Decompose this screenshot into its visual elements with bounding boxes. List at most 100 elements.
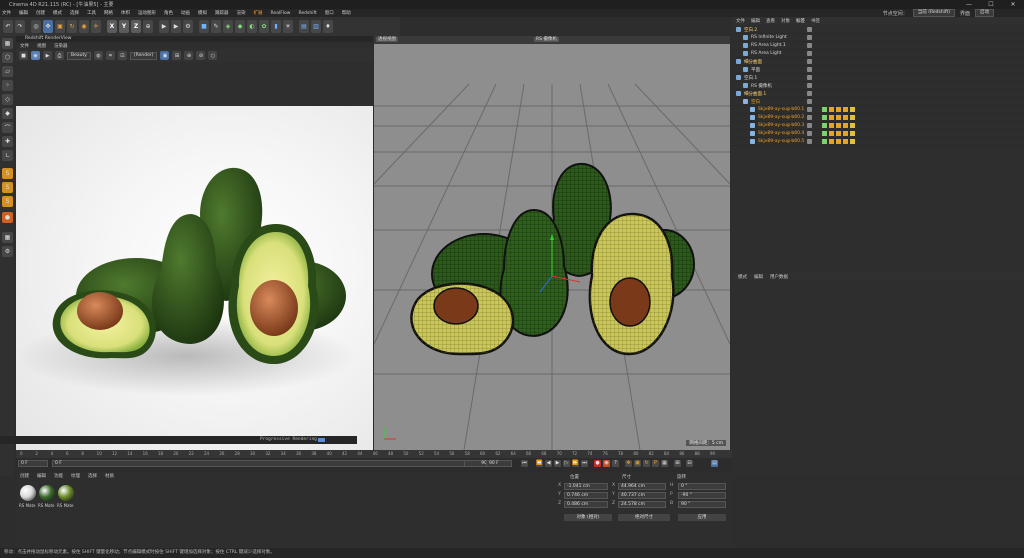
viewport-view-tag[interactable]: 透视视图 xyxy=(376,37,398,42)
key-position-icon[interactable]: ✥ xyxy=(625,460,632,467)
menu-item[interactable]: 网格 xyxy=(104,10,113,16)
redshift-s3-icon[interactable]: S xyxy=(2,196,13,207)
material-label[interactable]: RS Mate xyxy=(19,503,36,508)
render-view-icon[interactable]: ▶ xyxy=(159,20,169,33)
visibility-toggle[interactable] xyxy=(807,27,812,32)
interpolation-icon[interactable]: ⊞ xyxy=(674,460,681,467)
menu-item[interactable]: 角色 xyxy=(164,10,173,16)
redshift-s1-icon[interactable]: S xyxy=(2,168,13,179)
workplane-icon[interactable]: ▱ xyxy=(2,66,13,77)
axis-y-button[interactable]: Y xyxy=(119,20,129,33)
max-frame-field[interactable]: 90 F xyxy=(486,460,512,467)
rotate-tool-icon[interactable]: ↻ xyxy=(67,20,77,33)
menu-item[interactable]: 模拟 xyxy=(198,10,207,16)
frame-range-slider[interactable]: 0 F xyxy=(52,460,472,467)
object-row[interactable]: 细分曲面 xyxy=(732,58,1024,66)
redo-icon[interactable]: ↷ xyxy=(15,20,25,33)
edges-mode-icon[interactable]: ◇ xyxy=(2,94,13,105)
object-row[interactable]: 空白 xyxy=(732,98,1024,106)
coord-mode-select[interactable]: 对象 (相对) xyxy=(564,514,612,521)
visibility-toggle[interactable] xyxy=(807,75,812,80)
render-view-menu-item[interactable]: 视图 xyxy=(37,43,46,49)
maximize-button[interactable]: ☐ xyxy=(980,0,1002,9)
axis-x-button[interactable]: X xyxy=(107,20,117,33)
next-key-icon[interactable]: ⏩ xyxy=(572,460,579,467)
material-menu-item[interactable]: 选择 xyxy=(88,473,97,479)
object-name[interactable]: Skjv89-ay-sug-b60.5 xyxy=(758,139,804,144)
coord-position-field[interactable]: 0.486 cm xyxy=(564,501,608,508)
snap-icon[interactable]: ⌒ xyxy=(2,122,13,133)
material-menu-item[interactable]: 功能 xyxy=(54,473,63,479)
cube-icon[interactable]: ■ xyxy=(199,20,209,33)
gear-icon[interactable]: ⚙ xyxy=(2,246,13,257)
auto-key-icon[interactable]: ◉ xyxy=(603,460,610,467)
last-frame-icon[interactable]: ⏭ xyxy=(581,460,588,467)
coord-rotation-field[interactable]: -90 ° xyxy=(678,492,726,499)
object-manager-tab[interactable]: 标签 xyxy=(796,18,805,24)
coord-rotation-field[interactable]: 90 ° xyxy=(678,501,726,508)
visibility-toggle[interactable] xyxy=(807,43,812,48)
visibility-toggle[interactable] xyxy=(807,139,812,144)
close-button[interactable]: ✕ xyxy=(1002,0,1024,9)
minimize-button[interactable]: — xyxy=(958,0,980,9)
object-name[interactable]: Skjv89-ay-sug-b60.1 xyxy=(758,107,804,112)
transform-tool-icon[interactable]: ✛ xyxy=(91,20,101,33)
aov-select[interactable]: Beauty xyxy=(67,51,91,60)
object-manager-tab[interactable]: 文件 xyxy=(736,18,745,24)
menu-item[interactable]: RealFlow xyxy=(271,11,291,16)
key-param-icon[interactable]: P xyxy=(652,460,659,467)
object-row[interactable]: Skjv89-ay-sug-b60.1 xyxy=(732,106,1024,114)
object-tags[interactable] xyxy=(822,123,855,128)
material-swatch[interactable] xyxy=(58,485,74,501)
visibility-toggle[interactable] xyxy=(807,91,812,96)
motion-system-icon[interactable]: ⊟ xyxy=(686,460,693,467)
points-mode-icon[interactable]: ⁘ xyxy=(2,80,13,91)
camera-select[interactable]: (Render) xyxy=(129,51,158,60)
key-scale-icon[interactable]: ▣ xyxy=(634,460,641,467)
render-view-menu-item[interactable]: 文件 xyxy=(20,43,29,49)
environment-icon[interactable]: ✿ xyxy=(259,20,269,33)
fit-icon[interactable]: ⊞ xyxy=(172,51,182,60)
visibility-toggle[interactable] xyxy=(807,123,812,128)
menu-item[interactable]: 编辑 xyxy=(19,10,28,16)
axis-z-button[interactable]: Z xyxy=(131,20,141,33)
object-name[interactable]: RS 摄像机 xyxy=(751,83,772,89)
redshift-s2-icon[interactable]: S xyxy=(2,182,13,193)
camera-icon[interactable]: ▮ xyxy=(271,20,281,33)
menu-item[interactable]: 选择 xyxy=(70,10,79,16)
visibility-toggle[interactable] xyxy=(807,107,812,112)
polygons-mode-icon[interactable]: ◆ xyxy=(2,108,13,119)
current-frame-field[interactable]: 0 F xyxy=(18,460,48,467)
layout-icon[interactable]: ▤ xyxy=(299,20,309,33)
grid-icon[interactable]: ▦ xyxy=(2,232,13,243)
render-start-icon[interactable]: ◉ xyxy=(31,51,40,60)
coord-size-field[interactable]: 40.737 cm xyxy=(618,492,666,499)
visibility-toggle[interactable] xyxy=(807,83,812,88)
material-label[interactable]: RS Mate xyxy=(57,503,74,508)
menu-item[interactable]: 工具 xyxy=(87,10,96,16)
solo-icon[interactable]: ∟ xyxy=(2,150,13,161)
subdivision-icon[interactable]: ◈ xyxy=(223,20,233,33)
first-frame-icon[interactable]: ⏮ xyxy=(521,460,528,467)
object-name[interactable]: 细分曲面.1 xyxy=(744,91,766,97)
visibility-toggle[interactable] xyxy=(807,35,812,40)
attribute-tab[interactable]: 模式 xyxy=(738,274,747,280)
material-menu-item[interactable]: 创建 xyxy=(20,473,29,479)
size-mode-select[interactable]: 绝对尺寸 xyxy=(618,514,670,521)
visibility-toggle[interactable] xyxy=(807,67,812,72)
model-mode-icon[interactable]: ▦ xyxy=(2,38,13,49)
object-row[interactable]: 平面 xyxy=(732,66,1024,74)
object-tags[interactable] xyxy=(822,107,855,112)
object-name[interactable]: Skjv89-ay-sug-b60.4 xyxy=(758,131,804,136)
play-icon[interactable]: ▶ xyxy=(554,460,561,467)
render-settings-icon[interactable]: ⚙ xyxy=(183,20,193,33)
attribute-tab[interactable]: 用户数据 xyxy=(770,274,788,280)
coord-rotation-field[interactable]: 0 ° xyxy=(678,483,726,490)
material-menu-item[interactable]: 编辑 xyxy=(37,473,46,479)
visibility-toggle[interactable] xyxy=(807,131,812,136)
object-tags[interactable] xyxy=(822,131,855,136)
visibility-toggle[interactable] xyxy=(807,59,812,64)
object-row[interactable]: RS 摄像机 xyxy=(732,82,1024,90)
timeline-window-icon[interactable]: ▤ xyxy=(711,460,718,467)
axis-mode-icon[interactable]: ✚ xyxy=(2,136,13,147)
